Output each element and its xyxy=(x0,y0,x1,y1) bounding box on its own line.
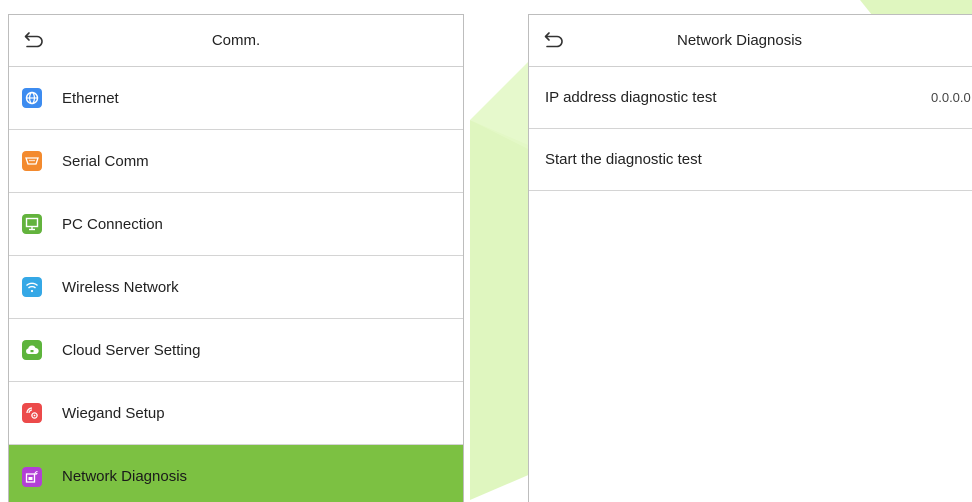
setting-label: Start the diagnostic test xyxy=(545,151,702,168)
menu-item-wiegand-setup[interactable]: Wiegand Setup xyxy=(9,382,463,445)
menu-item-label: Ethernet xyxy=(62,89,119,107)
ip-address-value: 0.0.0.0 xyxy=(931,90,971,105)
page-title: Comm. xyxy=(211,32,261,49)
network-diagnosis-icon xyxy=(22,466,42,487)
wiegand-icon xyxy=(22,403,42,423)
menu-item-cloud-server-setting[interactable]: Cloud Server Setting xyxy=(9,319,463,382)
menu-item-wireless-network[interactable]: Wireless Network xyxy=(9,256,463,319)
globe-icon xyxy=(22,88,42,108)
menu-item-ethernet[interactable]: Ethernet xyxy=(9,67,463,130)
comm-header: Comm. xyxy=(9,15,463,67)
back-arrow-icon[interactable] xyxy=(23,29,45,51)
comm-menu-panel: Comm. Ethernet Serial Comm PC Connection… xyxy=(8,14,464,502)
page-title: Network Diagnosis xyxy=(677,32,803,49)
menu-item-label: Wireless Network xyxy=(62,278,179,296)
cloud-icon xyxy=(22,340,42,360)
monitor-icon xyxy=(22,214,42,234)
wifi-icon xyxy=(22,277,42,297)
menu-item-network-diagnosis[interactable]: Network Diagnosis xyxy=(9,445,463,502)
back-arrow-icon[interactable] xyxy=(543,29,565,51)
menu-item-label: Cloud Server Setting xyxy=(62,341,201,359)
menu-item-serial-comm[interactable]: Serial Comm xyxy=(9,130,463,193)
start-diagnostic-test-row[interactable]: Start the diagnostic test xyxy=(529,129,972,191)
menu-item-pc-connection[interactable]: PC Connection xyxy=(9,193,463,256)
menu-item-label: Serial Comm xyxy=(62,152,149,170)
network-diagnosis-header: Network Diagnosis xyxy=(529,15,972,67)
network-diagnosis-panel: Network Diagnosis IP address diagnostic … xyxy=(528,14,972,502)
setting-label: IP address diagnostic test xyxy=(545,89,717,106)
ip-diagnostic-test-row[interactable]: IP address diagnostic test 0.0.0.0 xyxy=(529,67,972,129)
menu-item-label: Network Diagnosis xyxy=(62,468,188,485)
serial-port-icon xyxy=(22,151,42,171)
menu-item-label: Wiegand Setup xyxy=(62,404,165,422)
menu-item-label: PC Connection xyxy=(62,215,163,233)
